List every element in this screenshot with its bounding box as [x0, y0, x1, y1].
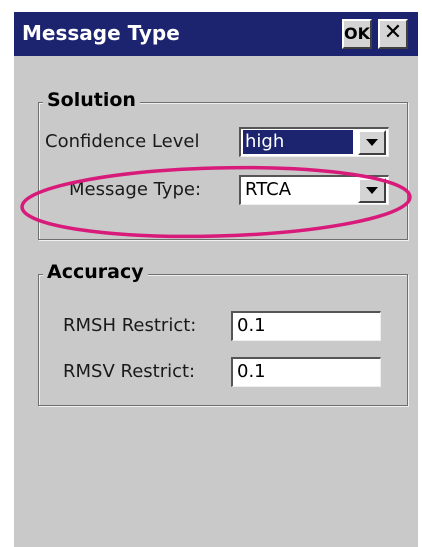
solution-legend: Solution	[43, 89, 140, 111]
ok-button[interactable]: OK	[342, 19, 372, 49]
close-button[interactable]: ✕	[378, 19, 408, 49]
close-icon: ✕	[383, 20, 403, 45]
chevron-down-icon	[366, 187, 378, 194]
chevron-down-icon	[366, 139, 378, 146]
solution-group: Solution Confidence Level high Message T…	[38, 89, 408, 240]
message-type-value: RTCA	[245, 179, 292, 200]
rmsh-restrict-label: RMSH Restrict:	[63, 315, 197, 336]
message-type-label: Message Type:	[69, 179, 202, 200]
confidence-level-label: Confidence Level	[45, 131, 200, 152]
rmsv-restrict-input[interactable]: 0.1	[231, 357, 381, 387]
title-bar: Message Type OK ✕	[14, 12, 418, 56]
message-type-dropdown-button[interactable]	[358, 178, 386, 203]
message-type-dropdown[interactable]: RTCA	[239, 175, 389, 205]
confidence-level-dropdown[interactable]: high	[239, 127, 389, 157]
message-type-dialog: Message Type OK ✕ Solution Confidence Le…	[14, 12, 418, 547]
accuracy-legend: Accuracy	[43, 261, 148, 283]
confidence-level-value: high	[243, 130, 353, 154]
window-title: Message Type	[22, 21, 180, 45]
rmsh-restrict-input[interactable]: 0.1	[231, 311, 381, 341]
confidence-level-dropdown-button[interactable]	[358, 130, 386, 155]
rmsv-restrict-label: RMSV Restrict:	[63, 361, 196, 382]
accuracy-group: Accuracy RMSH Restrict: 0.1 RMSV Restric…	[38, 261, 408, 406]
